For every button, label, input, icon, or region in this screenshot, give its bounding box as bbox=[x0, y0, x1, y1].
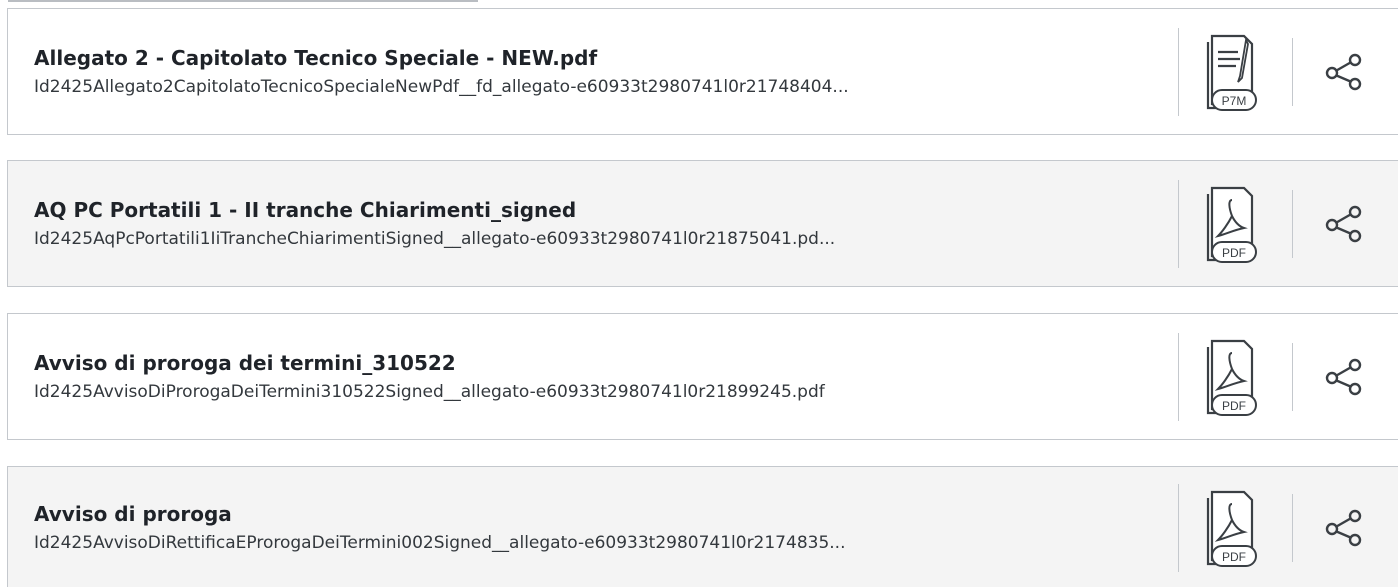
document-attachments-list: Allegato 2 - Capitolato Tecnico Speciale… bbox=[0, 0, 1398, 587]
divider bbox=[1178, 27, 1179, 116]
document-card[interactable]: AQ PC Portatili 1 - II tranche Chiarimen… bbox=[7, 160, 1398, 287]
share-icon[interactable] bbox=[1324, 204, 1364, 244]
document-title[interactable]: AQ PC Portatili 1 - II tranche Chiarimen… bbox=[34, 195, 1158, 225]
document-actions: PDF bbox=[1178, 179, 1398, 268]
tab-underline-divider bbox=[8, 0, 478, 2]
document-actions: P7M bbox=[1178, 27, 1398, 116]
document-card[interactable]: Allegato 2 - Capitolato Tecnico Speciale… bbox=[7, 8, 1398, 135]
document-title[interactable]: Allegato 2 - Capitolato Tecnico Speciale… bbox=[34, 43, 1158, 73]
divider bbox=[1292, 342, 1293, 411]
document-title[interactable]: Avviso di proroga bbox=[34, 499, 1158, 529]
document-filename: Id2425AqPcPortatili1IiTrancheChiarimenti… bbox=[34, 228, 836, 249]
file-type-label: PDF bbox=[1222, 550, 1246, 564]
document-filename: Id2425AvvisoDiRettificaEProrogaDeiTermin… bbox=[34, 532, 846, 553]
divider bbox=[1178, 483, 1179, 572]
document-filename: Id2425Allegato2CapitolatoTecnicoSpeciale… bbox=[34, 76, 849, 97]
divider bbox=[1292, 37, 1293, 106]
document-filename: Id2425AvvisoDiProrogaDeiTermini310522Sig… bbox=[34, 381, 825, 402]
document-title[interactable]: Avviso di proroga dei termini_310522 bbox=[34, 348, 1158, 378]
document-info: Avviso di proroga dei termini_310522 Id2… bbox=[8, 348, 1178, 406]
divider bbox=[1292, 493, 1293, 562]
document-actions: PDF bbox=[1178, 332, 1398, 421]
divider bbox=[1178, 332, 1179, 421]
file-type-label: P7M bbox=[1222, 94, 1247, 108]
file-type-label: PDF bbox=[1222, 246, 1246, 260]
file-type-label: PDF bbox=[1222, 399, 1246, 413]
document-actions: PDF bbox=[1178, 483, 1398, 572]
pdf-document-icon[interactable]: PDF bbox=[1202, 337, 1262, 417]
share-icon[interactable] bbox=[1324, 508, 1364, 548]
document-card[interactable]: Avviso di proroga dei termini_310522 Id2… bbox=[7, 313, 1398, 440]
pdf-document-icon[interactable]: PDF bbox=[1202, 184, 1262, 264]
pdf-document-icon[interactable]: PDF bbox=[1202, 488, 1262, 568]
share-icon[interactable] bbox=[1324, 357, 1364, 397]
divider bbox=[1178, 179, 1179, 268]
document-card[interactable]: Avviso di proroga Id2425AvvisoDiRettific… bbox=[7, 466, 1398, 587]
share-icon[interactable] bbox=[1324, 52, 1364, 92]
divider bbox=[1292, 189, 1293, 258]
document-info: Allegato 2 - Capitolato Tecnico Speciale… bbox=[8, 43, 1178, 101]
document-info: AQ PC Portatili 1 - II tranche Chiarimen… bbox=[8, 195, 1178, 253]
document-info: Avviso di proroga Id2425AvvisoDiRettific… bbox=[8, 499, 1178, 557]
signed-document-p7m-icon[interactable]: P7M bbox=[1202, 32, 1262, 112]
